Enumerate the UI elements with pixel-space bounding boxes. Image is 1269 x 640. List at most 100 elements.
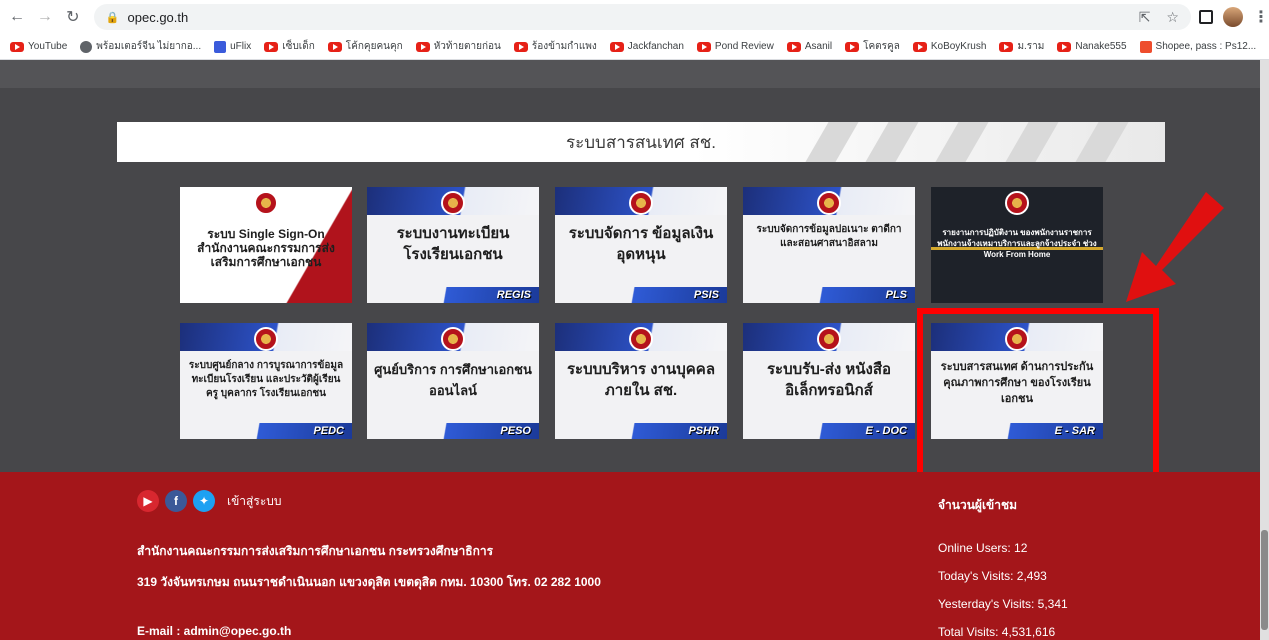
email-text: E-mail : admin@opec.go.th: [137, 624, 292, 638]
youtube-icon: [999, 41, 1014, 52]
tile-tag: PSHR: [688, 425, 719, 437]
tile-title: ระบบ Single Sign-On สำนักงานคณะกรรมการส่…: [197, 227, 335, 269]
menu-icon[interactable]: ⋮: [1253, 7, 1269, 27]
tile-title: รายงานการปฏิบัติงาน ของพนักงานราชการ พนั…: [937, 228, 1097, 259]
opec-seal-icon: [629, 327, 653, 351]
globe-icon: [80, 40, 93, 53]
tile-title: ศูนย์บริการ การศึกษาเอกชนออนไลน์: [374, 362, 532, 398]
section-banner: ระบบสารสนเทศ สช.: [117, 122, 1165, 162]
address-bar[interactable]: 🔒 opec.go.th ⇱ ☆: [93, 4, 1191, 30]
tile-title: ระบบรับ-ส่ง หนังสืออิเล็กทรอนิกส์: [766, 361, 891, 399]
tile-title: ระบบศูนย์กลาง การบูรณาการข้อมูลทะเบียนโร…: [188, 360, 344, 399]
tab-search-icon[interactable]: [1198, 10, 1213, 24]
youtube-icon: [1057, 41, 1072, 52]
bookmark-item[interactable]: หัวท้ายตายก่อน: [415, 39, 501, 54]
section-title: ระบบสารสนเทศ สช.: [565, 132, 717, 152]
opec-seal-icon: [441, 191, 465, 215]
youtube-icon: [10, 41, 24, 52]
opec-seal-icon: [254, 191, 278, 215]
login-link[interactable]: เข้าสู่ระบบ: [227, 492, 282, 511]
tile-title: ระบบงานทะเบียน โรงเรียนเอกชน: [396, 225, 510, 263]
banner-stripe: [1075, 122, 1129, 162]
bookmark-item[interactable]: ร้องข้ามกำแพง: [513, 39, 597, 54]
bookmark-item[interactable]: YouTube: [10, 41, 67, 52]
forward-icon[interactable]: →: [34, 6, 56, 28]
banner-stripe: [935, 122, 989, 162]
today-visits: Today's Visits: 2,493: [938, 569, 1047, 583]
tile-pls[interactable]: ระบบจัดการข้อมูลปอเนาะ ตาดีกา และสอนศาสน…: [743, 187, 915, 303]
tile-title: ระบบจัดการข้อมูลปอเนาะ ตาดีกา และสอนศาสน…: [756, 224, 902, 249]
bookmark-item[interactable]: KoBoyKrush: [912, 41, 986, 52]
youtube-icon: [912, 41, 927, 52]
browser-toolbar: ← → ↻ 🔒 opec.go.th ⇱ ☆ ⋮: [0, 0, 1269, 34]
tile-tag: PEDC: [313, 425, 344, 437]
red-arrow-icon: [1126, 192, 1224, 302]
tile-wfh[interactable]: รายงานการปฏิบัติงาน ของพนักงานราชการ พนั…: [931, 187, 1103, 303]
share-icon[interactable]: ⇱: [1139, 9, 1151, 26]
reload-icon[interactable]: ↻: [62, 6, 84, 28]
opec-seal-icon: [441, 327, 465, 351]
tile-pshr[interactable]: ระบบบริหาร งานบุคคลภายใน สช. PSHR: [555, 323, 727, 439]
tile-peso[interactable]: ศูนย์บริการ การศึกษาเอกชนออนไลน์ PESO: [367, 323, 539, 439]
bookmark-item[interactable]: พร้อมเตอร์จีน ไม่ยากอ...: [80, 39, 201, 54]
bookmark-item[interactable]: Pond Review: [696, 41, 774, 52]
opec-seal-icon: [629, 191, 653, 215]
bookmark-item[interactable]: Shopee, pass : Ps12...: [1139, 40, 1256, 53]
youtube-icon: [513, 41, 528, 52]
tile-tag: REGIS: [496, 289, 531, 301]
shopee-icon: [1139, 40, 1152, 53]
youtube-icon: [415, 41, 430, 52]
social-links: ▶ f ✦ เข้าสู่ระบบ: [137, 490, 282, 512]
organization-name: สำนักงานคณะกรรมการส่งเสริมการศึกษาเอกชน …: [137, 544, 494, 558]
tile-tag: E - DOC: [865, 425, 907, 437]
bookmark-item[interactable]: ม.ราม: [999, 39, 1044, 54]
banner-stripe: [1005, 122, 1059, 162]
banner-stripe: [865, 122, 919, 162]
tile-tag: PESO: [500, 425, 531, 437]
top-strip: [0, 60, 1269, 88]
facebook-icon[interactable]: f: [165, 490, 187, 512]
bookmark-item[interactable]: โค้กคุยคนคุก: [327, 39, 403, 54]
tile-regis[interactable]: ระบบงานทะเบียน โรงเรียนเอกชน REGIS: [367, 187, 539, 303]
tile-tag: PLS: [885, 289, 907, 301]
twitter-icon[interactable]: ✦: [193, 490, 215, 512]
banner-stripe: [805, 122, 859, 162]
tile-psis[interactable]: ระบบจัดการ ข้อมูลเงินอุดหนุน PSIS: [555, 187, 727, 303]
footer: ▶ f ✦ เข้าสู่ระบบ สำนักงานคณะกรรมการส่งเ…: [0, 472, 1260, 640]
uflix-icon: [214, 40, 227, 53]
bookmark-item[interactable]: Jackfanchan: [609, 41, 684, 52]
opec-seal-icon: [817, 327, 841, 351]
tile-title: ระบบจัดการ ข้อมูลเงินอุดหนุน: [568, 225, 714, 263]
tile-tag: PSIS: [693, 289, 719, 301]
opec-seal-icon: [817, 191, 841, 215]
opec-seal-icon: [1005, 191, 1029, 215]
tile-title: ระบบบริหาร งานบุคคลภายใน สช.: [566, 361, 716, 399]
youtube-icon[interactable]: ▶: [137, 490, 159, 512]
star-icon[interactable]: ☆: [1166, 9, 1179, 26]
lock-icon: 🔒: [105, 11, 120, 24]
profile-avatar[interactable]: [1222, 7, 1243, 27]
youtube-icon: [845, 41, 860, 52]
scrollbar-thumb[interactable]: [1261, 530, 1268, 630]
scrollbar[interactable]: [1260, 60, 1269, 640]
bookmark-item[interactable]: เซ็บเด็ก: [264, 39, 315, 54]
tile-edoc[interactable]: ระบบรับ-ส่ง หนังสืออิเล็กทรอนิกส์ E - DO…: [743, 323, 915, 439]
tile-sso[interactable]: ระบบ Single Sign-On สำนักงานคณะกรรมการส่…: [180, 187, 352, 303]
bookmark-item[interactable]: uFlix: [214, 40, 251, 53]
tile-pedc[interactable]: ระบบศูนย์กลาง การบูรณาการข้อมูลทะเบียนโร…: [180, 323, 352, 439]
youtube-icon: [609, 41, 624, 52]
youtube-icon: [696, 41, 711, 52]
address-text: 319 วังจันทรเกษม ถนนราชดำเนินนอก แขวงดุส…: [137, 575, 601, 589]
youtube-icon: [327, 41, 342, 52]
url-text: opec.go.th: [127, 9, 189, 25]
stats-title: จำนวนผู้เข้าชม: [938, 498, 1018, 512]
bookmarks-bar: YouTube พร้อมเตอร์จีน ไม่ยากอ... uFlix เ…: [0, 34, 1269, 60]
bookmark-item[interactable]: Nanake555: [1057, 41, 1127, 52]
bookmark-item[interactable]: Asanil: [786, 41, 832, 52]
visitor-stats: จำนวนผู้เข้าชม Online Users: 12 Today's …: [938, 496, 1068, 640]
bookmark-item[interactable]: โคตรคูล: [845, 39, 900, 54]
youtube-icon: [786, 41, 801, 52]
back-icon[interactable]: ←: [6, 6, 28, 28]
yesterday-visits: Yesterday's Visits: 5,341: [938, 597, 1068, 611]
online-users: Online Users: 12: [938, 541, 1028, 555]
